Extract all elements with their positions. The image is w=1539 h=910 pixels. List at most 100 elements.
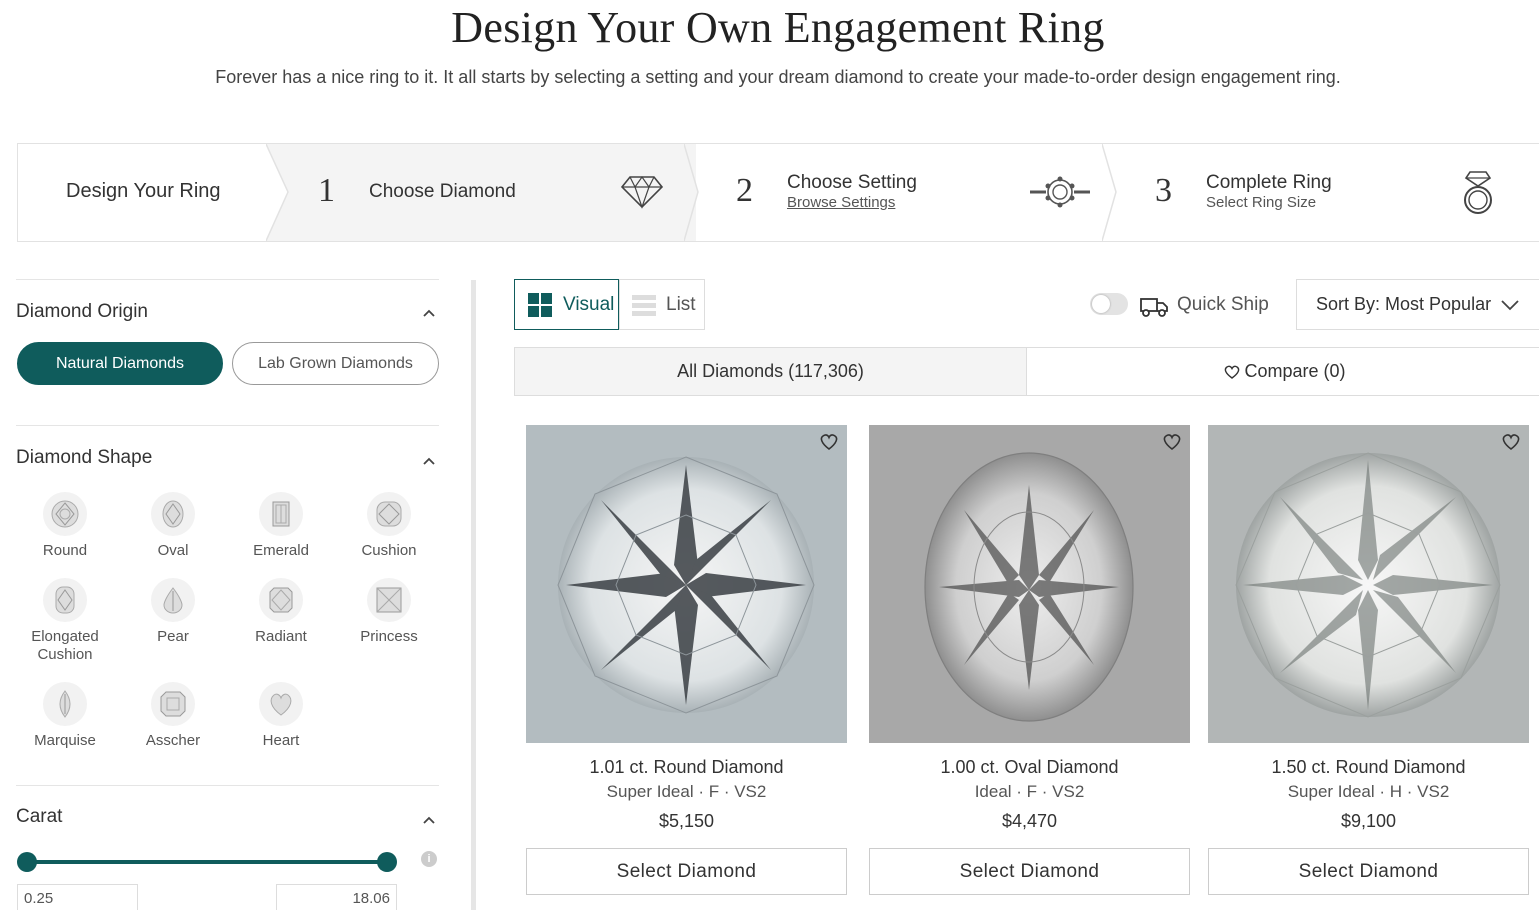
step-title: Choose Diamond — [369, 181, 516, 202]
visual-view-label: Visual — [563, 293, 615, 315]
shape-elongated-cushion[interactable]: Elongated Cushion — [15, 578, 115, 664]
shape-label: Asscher — [145, 732, 201, 749]
shape-label: Elongated Cushion — [31, 628, 99, 663]
shape-cushion[interactable]: Cushion — [339, 492, 439, 560]
shape-round[interactable]: Round — [15, 492, 115, 560]
step-separator — [266, 144, 289, 241]
sort-dropdown[interactable]: Sort By: Most Popular — [1296, 279, 1539, 330]
product-grade: Super Ideal · F · VS2 — [606, 782, 767, 801]
product-card[interactable]: 1.01 ct. Round Diamond Super Ideal · F ·… — [526, 425, 847, 895]
step-number: 1 — [318, 172, 335, 209]
asscher-shape-icon — [151, 682, 195, 726]
step-number: 2 — [736, 172, 753, 209]
select-diamond-button[interactable]: Select Diamond — [1208, 848, 1529, 895]
cushion-shape-icon — [367, 492, 411, 536]
heart-icon[interactable] — [1501, 433, 1521, 451]
product-card[interactable]: 1.00 ct. Oval Diamond Ideal · F · VS2 $4… — [869, 425, 1190, 895]
page-subtitle: Forever has a nice ring to it. It all st… — [215, 67, 1341, 87]
product-card[interactable]: 1.50 ct. Round Diamond Super Ideal · H ·… — [1208, 425, 1529, 895]
oval-shape-icon — [151, 492, 195, 536]
page-title: Design Your Own Engagement Ring — [451, 3, 1105, 52]
round-shape-icon — [43, 492, 87, 536]
round-diamond-image — [1235, 452, 1501, 718]
truck-icon — [1140, 298, 1168, 317]
diamond-image[interactable] — [1208, 425, 1529, 743]
product-grade: Ideal · F · VS2 — [974, 782, 1085, 801]
chevron-up-icon[interactable] — [421, 307, 437, 319]
step-separator — [1102, 144, 1117, 241]
progress-steps: Design Your Ring 1 Choose Diamond 2 Choo… — [17, 143, 1539, 242]
diamond-icon — [620, 175, 664, 209]
princess-shape-icon — [367, 578, 411, 622]
filter-origin-title: Diamond Origin — [16, 301, 148, 322]
heart-shape-icon — [259, 682, 303, 726]
divider — [16, 279, 439, 280]
shape-marquise[interactable]: Marquise — [15, 682, 115, 750]
emerald-shape-icon — [259, 492, 303, 536]
carat-max-input[interactable]: 18.06 — [276, 884, 397, 910]
tab-compare[interactable]: Compare (0) — [1027, 348, 1539, 395]
step-number: 3 — [1155, 172, 1172, 209]
chevron-up-icon[interactable] — [421, 814, 437, 826]
shape-label: Round — [42, 542, 88, 559]
grid-icon — [528, 292, 552, 317]
carat-min-input[interactable]: 0.25 — [17, 884, 138, 910]
shape-label: Heart — [262, 732, 300, 749]
shape-heart[interactable]: Heart — [231, 682, 331, 750]
carat-slider-max-handle[interactable] — [377, 852, 397, 872]
shape-label: Emerald — [253, 542, 309, 559]
divider — [16, 785, 439, 786]
carat-slider-min-handle[interactable] — [17, 852, 37, 872]
product-price: $9,100 — [1340, 811, 1397, 831]
shape-radiant[interactable]: Radiant — [231, 578, 331, 646]
shape-emerald[interactable]: Emerald — [231, 492, 331, 560]
browse-settings-link[interactable]: Browse Settings — [787, 194, 895, 211]
marquise-shape-icon — [43, 682, 87, 726]
filter-carat-title: Carat — [16, 806, 63, 827]
heart-icon[interactable] — [819, 433, 839, 451]
elongated-cushion-shape-icon — [43, 578, 87, 622]
results-tabs: All Diamonds (117,306) Compare (0) — [514, 347, 1539, 396]
product-name: 1.50 ct. Round Diamond — [1271, 757, 1466, 777]
filter-shape-title: Diamond Shape — [16, 447, 153, 468]
diamond-image[interactable] — [869, 425, 1190, 743]
step-intro: Design Your Ring — [66, 180, 221, 202]
heart-icon[interactable] — [1162, 433, 1182, 451]
lab-grown-diamonds-button[interactable]: Lab Grown Diamonds — [232, 342, 439, 385]
divider — [16, 425, 439, 426]
ring-icon — [1464, 171, 1492, 214]
list-icon — [632, 294, 656, 316]
select-diamond-button[interactable]: Select Diamond — [526, 848, 847, 895]
shape-pear[interactable]: Pear — [123, 578, 223, 646]
compare-label: Compare (0) — [1244, 361, 1346, 381]
step-title: Choose Setting — [787, 172, 917, 193]
oval-diamond-image — [924, 452, 1134, 722]
step-subtext: Select Ring Size — [1206, 194, 1317, 211]
chevron-up-icon[interactable] — [421, 455, 437, 467]
product-name: 1.01 ct. Round Diamond — [589, 757, 784, 777]
natural-diamonds-button[interactable]: Natural Diamonds — [17, 342, 223, 385]
shape-princess[interactable]: Princess — [339, 578, 439, 646]
chevron-down-icon — [1501, 300, 1519, 311]
shape-asscher[interactable]: Asscher — [123, 682, 223, 750]
select-diamond-button[interactable]: Select Diamond — [869, 848, 1190, 895]
carat-slider-track[interactable] — [26, 860, 388, 864]
shape-label: Marquise — [34, 732, 96, 749]
step-title: Complete Ring — [1206, 172, 1332, 193]
quick-ship-toggle[interactable] — [1090, 293, 1128, 315]
info-icon[interactable]: i — [421, 851, 437, 867]
round-diamond-image — [557, 456, 815, 714]
setting-icon — [1030, 176, 1090, 208]
list-view-button[interactable]: List — [619, 279, 705, 330]
shape-oval[interactable]: Oval — [123, 492, 223, 560]
visual-view-button[interactable]: Visual — [514, 279, 619, 330]
tab-all-diamonds[interactable]: All Diamonds (117,306) — [515, 348, 1027, 395]
radiant-shape-icon — [259, 578, 303, 622]
shape-label: Oval — [157, 542, 189, 559]
shape-label: Radiant — [255, 628, 307, 645]
diamond-image[interactable] — [526, 425, 847, 743]
step-separator — [684, 144, 699, 241]
product-price: $4,470 — [1001, 811, 1058, 831]
sidebar-scrollbar[interactable] — [471, 280, 476, 910]
quick-ship-label: Quick Ship — [1177, 294, 1269, 315]
